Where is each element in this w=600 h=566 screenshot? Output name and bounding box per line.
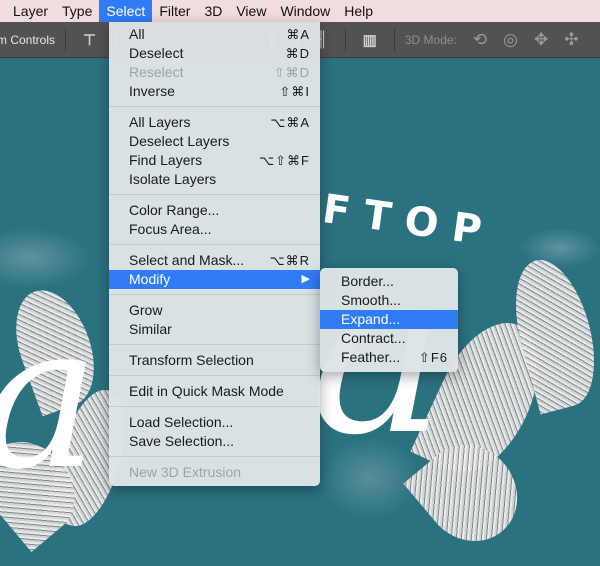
menu-separator: [109, 106, 320, 107]
3d-mode-label: 3D Mode:: [404, 32, 457, 47]
submenu-arrow-icon: ▶: [301, 273, 310, 285]
submenu-item-feather[interactable]: Feather... ⇧F6: [320, 348, 458, 367]
select-menu-dropdown: All ⌘A Deselect ⌘D Reselect ⇧⌘D Inverse ⇧⌘I …: [109, 22, 320, 486]
menu-item-new-3d-extrusion: New 3D Extrusion: [129, 464, 242, 480]
auto-align-icon[interactable]: ▥: [363, 31, 377, 49]
menu-item-modify[interactable]: Modify ▶: [109, 270, 320, 289]
menu-separator: [109, 344, 320, 345]
menu-separator: [109, 244, 320, 245]
menu-item-focus-area[interactable]: Focus Area...: [109, 220, 320, 239]
roll-icon[interactable]: ◎: [503, 30, 518, 50]
toolbar-divider: [393, 27, 395, 52]
menu-separator: [109, 406, 320, 407]
modify-submenu: Border... Smooth... Expand... Contract..…: [320, 268, 458, 372]
menu-layer[interactable]: Layer: [0, 0, 55, 22]
menu-help[interactable]: Help: [337, 0, 380, 22]
menu-separator: [109, 375, 320, 376]
menu-filter[interactable]: Filter: [152, 0, 197, 22]
menu-item-quick-mask[interactable]: Edit in Quick Mask Mode: [109, 382, 320, 401]
toolbar-divider: [65, 27, 67, 52]
menu-item-transform-selection[interactable]: Transform Selection: [109, 351, 320, 370]
slide-icon[interactable]: ✣: [564, 30, 578, 50]
menu-item-deselect-layers[interactable]: Deselect Layers: [109, 132, 320, 151]
menu-view[interactable]: View: [229, 0, 273, 22]
menu-item-select-and-mask[interactable]: Select and Mask... ⌥⌘R: [109, 251, 320, 270]
submenu-item-contract[interactable]: Contract...: [320, 329, 458, 348]
menu-item-reselect: Reselect ⇧⌘D: [129, 64, 310, 80]
menu-item-load-selection[interactable]: Load Selection...: [109, 413, 320, 432]
menu-item-similar[interactable]: Similar: [109, 320, 320, 339]
menu-item-save-selection[interactable]: Save Selection...: [109, 432, 320, 451]
canvas-script-letter: a: [0, 298, 99, 498]
menu-item-deselect[interactable]: Deselect ⌘D: [109, 44, 320, 63]
menu-item-color-range[interactable]: Color Range...: [109, 201, 320, 220]
menu-item-isolate-layers[interactable]: Isolate Layers: [109, 170, 320, 189]
toolbar-divider: [344, 27, 346, 52]
submenu-item-border[interactable]: Border...: [320, 272, 458, 291]
menu-select[interactable]: Select: [99, 0, 153, 22]
transform-controls-label[interactable]: m Controls: [0, 33, 55, 47]
align-top-icon[interactable]: ⊤: [83, 31, 96, 49]
menu-separator: [109, 294, 320, 295]
menu-item-grow[interactable]: Grow: [109, 301, 320, 320]
menu-item-find-layers[interactable]: Find Layers ⌥⇧⌘F: [109, 151, 320, 170]
menu-bar: Layer Type Select Filter 3D View Window …: [0, 0, 600, 22]
menu-item-inverse[interactable]: Inverse ⇧⌘I: [109, 82, 320, 101]
menu-item-all-layers[interactable]: All Layers ⌥⌘A: [109, 113, 320, 132]
menu-separator: [109, 194, 320, 195]
menu-3d[interactable]: 3D: [197, 0, 229, 22]
submenu-item-smooth[interactable]: Smooth...: [320, 291, 458, 310]
orbit-icon[interactable]: ⟲: [473, 30, 487, 50]
menu-separator: [109, 456, 320, 457]
submenu-item-expand[interactable]: Expand...: [320, 310, 458, 329]
menu-window[interactable]: Window: [273, 0, 337, 22]
menu-type[interactable]: Type: [55, 0, 99, 22]
menu-item-all[interactable]: All ⌘A: [109, 25, 320, 44]
pan-icon[interactable]: ✥: [534, 30, 548, 50]
